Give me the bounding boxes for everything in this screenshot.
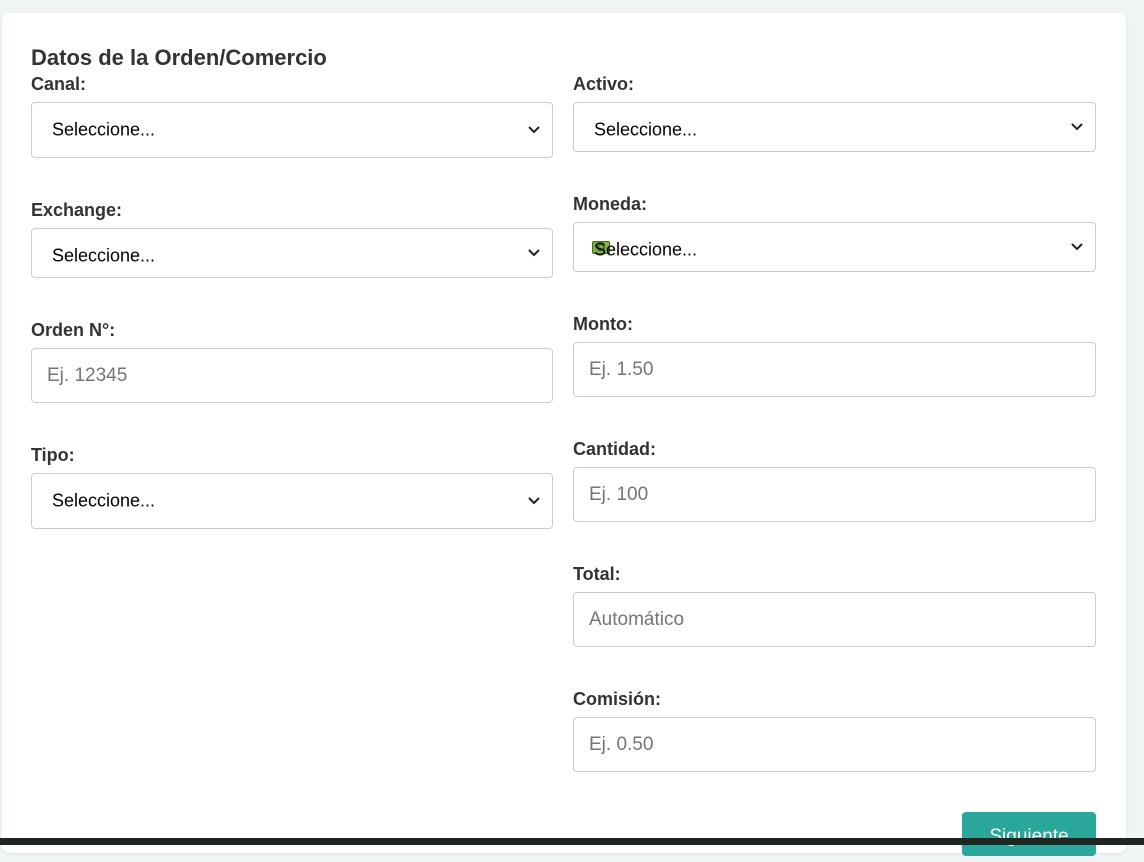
section-title: Datos de la Orden/Comercio — [31, 45, 327, 70]
chevron-down-icon — [528, 126, 540, 134]
moneda-label: Moneda: — [573, 194, 647, 214]
taskbar — [0, 838, 1144, 845]
monto-placeholder: Ej. 1.50 — [589, 358, 654, 380]
cantidad-placeholder: Ej. 100 — [589, 483, 649, 505]
exchange-select-value: Seleccione... — [52, 245, 156, 266]
canal-select-value: Seleccione... — [52, 119, 156, 140]
tipo-select[interactable]: Seleccione... — [31, 473, 553, 529]
exchange-select[interactable]: Seleccione... — [31, 228, 553, 278]
cantidad-label: Cantidad: — [573, 439, 656, 459]
comision-label: Comisión: — [573, 689, 661, 709]
comision-input[interactable]: Ej. 0.50 — [573, 717, 1096, 772]
cantidad-input[interactable]: Ej. 100 — [573, 467, 1096, 522]
monto-input[interactable]: Ej. 1.50 — [573, 342, 1096, 397]
tipo-select-value: Seleccione... — [52, 490, 156, 511]
chevron-down-icon — [1071, 243, 1083, 251]
orden-label: Orden N°: — [31, 320, 116, 340]
activo-select-value: Seleccione... — [594, 119, 698, 140]
moneda-select-value: Seleccione... — [594, 239, 698, 260]
activo-label: Activo: — [573, 74, 635, 94]
moneda-select[interactable]: Seleccione... — [573, 222, 1096, 272]
canal-select[interactable]: Seleccione... — [31, 102, 553, 158]
orden-placeholder: Ej. 12345 — [47, 364, 128, 386]
orden-input[interactable]: Ej. 12345 — [31, 348, 553, 403]
chevron-down-icon — [528, 497, 540, 505]
exchange-label: Exchange: — [31, 200, 123, 220]
chevron-down-icon — [528, 249, 540, 257]
total-input[interactable]: Automático — [573, 592, 1096, 647]
total-placeholder: Automático — [589, 608, 685, 630]
comision-placeholder: Ej. 0.50 — [589, 733, 654, 755]
next-button[interactable]: Siguiente — [962, 812, 1096, 856]
tipo-label: Tipo: — [31, 445, 75, 465]
chevron-down-icon — [1071, 123, 1083, 131]
monto-label: Monto: — [573, 314, 633, 334]
total-label: Total: — [573, 564, 621, 584]
canal-label: Canal: — [31, 74, 87, 94]
activo-select[interactable]: Seleccione... — [573, 102, 1096, 152]
